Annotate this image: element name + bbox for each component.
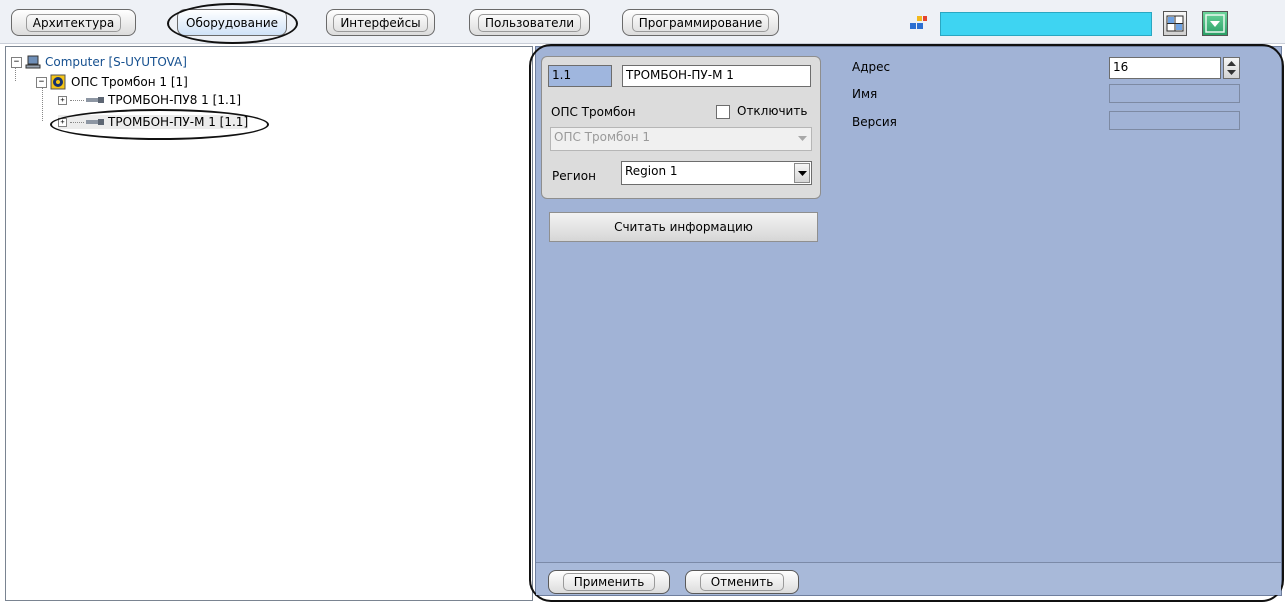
tree-node-computer[interactable]: − Computer [S-UYUTOVA]: [11, 55, 187, 69]
tree-node-item[interactable]: + ТРОМБОН-ПУ8 1 [1.1]: [58, 93, 241, 107]
tree-node-ops[interactable]: − ОПС Тромбон 1 [1]: [36, 74, 188, 90]
tab-label: Архитектура: [25, 13, 122, 32]
version-label: Версия: [852, 115, 897, 129]
address-label: Адрес: [852, 60, 891, 74]
device-icon: [86, 97, 104, 103]
name-info-field: [1109, 84, 1240, 103]
region-select-value: Region 1: [625, 164, 678, 178]
version-field: [1109, 111, 1240, 130]
tab-label: Интерфейсы: [333, 13, 428, 32]
stepper-icon: [1227, 61, 1236, 75]
apply-button[interactable]: Применить: [548, 570, 670, 594]
collapse-icon[interactable]: −: [36, 76, 47, 88]
tree-node-label: ОПС Тромбон 1 [1]: [71, 75, 188, 89]
chevron-down-icon: [798, 171, 807, 176]
disable-checkbox[interactable]: [716, 105, 730, 119]
computer-icon: [25, 55, 41, 69]
parent-select: ОПС Тромбон 1: [550, 127, 812, 151]
region-select[interactable]: Region 1: [621, 161, 812, 185]
collapse-icon[interactable]: −: [11, 56, 22, 68]
read-info-button[interactable]: Считать информацию: [549, 212, 818, 242]
alarm-panel-icon: [50, 74, 66, 90]
parent-label: ОПС Тромбон: [551, 105, 636, 119]
cancel-button[interactable]: Отменить: [685, 570, 799, 594]
equipment-tree: − Computer [S-UYUTOVA] − ОПС Тромбон 1 […: [5, 46, 533, 601]
tab-programming[interactable]: Программирование: [622, 9, 779, 36]
id-field[interactable]: 1.1: [548, 65, 612, 87]
windows-logo-icon[interactable]: [908, 15, 928, 33]
apply-button-label: Применить: [562, 573, 656, 591]
tab-users[interactable]: Пользователи: [469, 9, 590, 36]
parent-select-value: ОПС Тромбон 1: [554, 130, 651, 144]
address-stepper[interactable]: [1223, 57, 1240, 79]
address-field[interactable]: 16: [1109, 57, 1221, 79]
region-label: Регион: [552, 169, 596, 183]
search-field[interactable]: [940, 12, 1152, 36]
tab-label: Программирование: [631, 13, 770, 32]
dropdown-button[interactable]: [1202, 11, 1228, 36]
tab-interfaces[interactable]: Интерфейсы: [326, 9, 435, 36]
disable-label: Отключить: [737, 104, 808, 118]
grid-view-button[interactable]: [1163, 11, 1187, 36]
highlight-ellipse: [167, 3, 298, 44]
region-dropdown-button[interactable]: [794, 163, 810, 183]
cancel-button-label: Отменить: [699, 573, 785, 591]
expand-icon[interactable]: +: [58, 95, 67, 105]
grid-icon: [1166, 15, 1184, 32]
highlight-ellipse: [50, 109, 269, 140]
tree-node-label: Computer [S-UYUTOVA]: [45, 55, 187, 69]
tab-architecture[interactable]: Архитектура: [11, 9, 136, 36]
chevron-down-icon: [798, 136, 807, 141]
chevron-down-icon: [1205, 14, 1225, 33]
name-field[interactable]: ТРОМБОН-ПУ-М 1: [622, 65, 811, 87]
tree-node-label: ТРОМБОН-ПУ8 1 [1.1]: [108, 93, 242, 107]
device-group-box: 1.1 ТРОМБОН-ПУ-М 1 ОПС Тромбон Отключить…: [541, 56, 821, 199]
tab-label: Пользователи: [477, 13, 582, 32]
name-info-label: Имя: [852, 87, 878, 101]
